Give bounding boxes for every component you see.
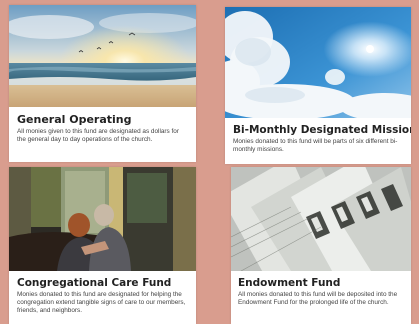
- fund-card-endowment[interactable]: Endowment Fund All monies donated to thi…: [231, 167, 411, 324]
- fund-card-congregational-care[interactable]: Congregational Care Fund Monies donated …: [9, 167, 196, 324]
- card-body: Congregational Care Fund Monies donated …: [9, 277, 196, 324]
- card-title: Bi-Monthly Designated Mission: [233, 124, 411, 136]
- fund-card-bi-monthly-mission[interactable]: Bi-Monthly Designated Mission Monies don…: [225, 7, 411, 164]
- dollar-bills-image: [231, 167, 411, 271]
- ocean-sunrise-image: [9, 5, 196, 107]
- card-title: Congregational Care Fund: [17, 277, 172, 289]
- card-description: All monies donated to this fund will be …: [238, 291, 398, 307]
- card-description: Monies donated to this fund will be part…: [233, 138, 398, 154]
- sky-sun-clouds-image: [225, 7, 411, 118]
- card-description: Monies donated to this fund are designat…: [17, 291, 186, 315]
- card-body: General Operating All monies given to th…: [9, 113, 196, 162]
- card-body: Endowment Fund All monies donated to thi…: [231, 277, 411, 324]
- card-description: All monies given to this fund are design…: [17, 128, 179, 144]
- card-body: Bi-Monthly Designated Mission Monies don…: [225, 124, 411, 164]
- card-title: General Operating: [17, 113, 132, 126]
- card-title: Endowment Fund: [238, 277, 341, 289]
- comforting-people-image: [9, 167, 196, 271]
- fund-card-general-operating[interactable]: General Operating All monies given to th…: [9, 5, 196, 162]
